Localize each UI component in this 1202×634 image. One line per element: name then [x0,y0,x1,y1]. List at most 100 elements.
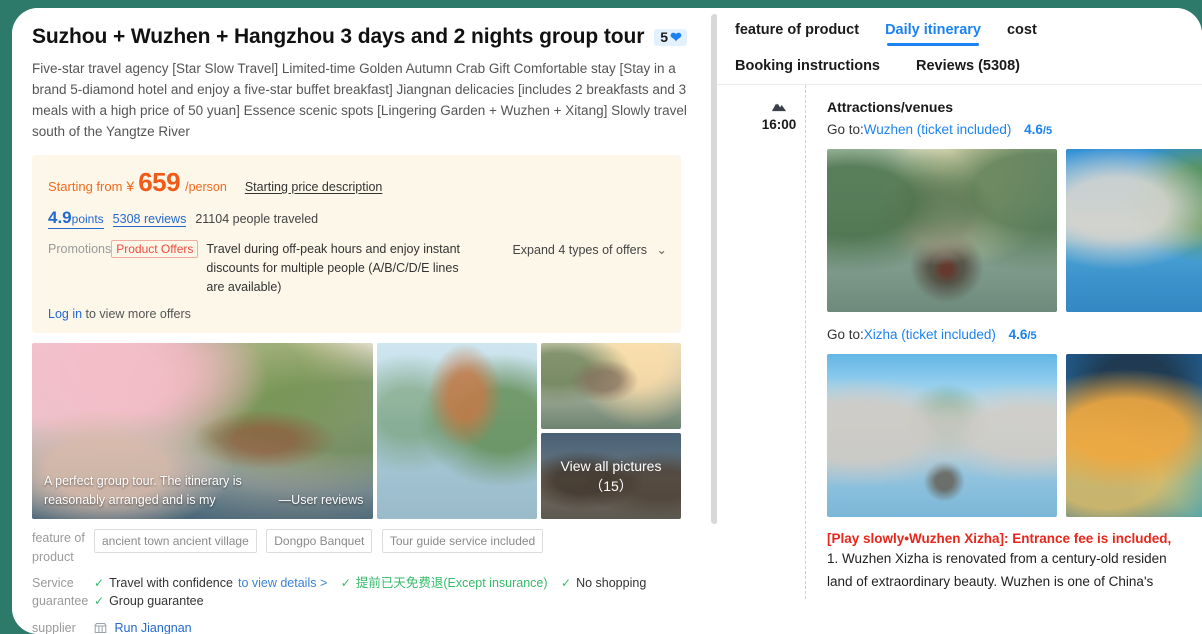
tab-row-primary: feature of product Daily itinerary cost [735,22,1202,46]
itinerary-time-column: 16:00 [753,99,805,593]
page-title: Suzhou + Wuzhen + Hangzhou 3 days and 2 … [32,25,645,48]
stop-image-row [827,149,1202,312]
rating-unit: points [71,211,104,226]
destination-link[interactable]: Wuzhen (ticket included) [864,122,1012,137]
quote-text: A perfect group tour. The itinerary is r… [44,473,242,507]
badge-count: 5 [660,28,669,45]
check-circle-icon: ✓ [340,575,351,590]
service-details-link[interactable]: to view details > [238,574,327,593]
tab-feature-of-product[interactable]: feature of product [735,22,859,46]
app-window-frame: Suzhou + Wuzhen + Hangzhou 3 days and 2 … [0,0,1202,634]
shop-icon [94,621,107,634]
itinerary-content: 16:00 Attractions/venues Go to:Wuzhen (t… [717,85,1202,599]
gallery-thumb-1[interactable] [541,343,681,430]
itinerary-stop: Go to:Xizha (ticket included) 4.6/5 [827,327,1202,342]
product-subtitle: Five-star travel agency [Star Slow Trave… [32,61,687,140]
login-prompt-rest: to view more offers [82,307,191,322]
service-item-label: Travel with confidence [109,575,233,590]
tab-booking-instructions[interactable]: Booking instructions [735,58,880,74]
score-value: 4.6 [1008,327,1028,342]
check-circle-icon: ✓ [561,575,572,590]
itinerary-note-line-2: land of extraordinary beauty. Wuzhen is … [827,574,1154,590]
expand-offers-button[interactable]: Expand 4 types of offers ⌄ [512,240,667,257]
expand-offers-label: Expand 4 types of offers [512,243,648,258]
supplier-row: supplier Run Jiangnan [32,619,692,634]
feature-chips: ancient town ancient village Dongpo Banq… [94,529,692,565]
service-guarantee-row: Service guarantee ✓ Travel with confiden… [32,574,692,612]
gallery-main-image[interactable]: A perfect group tour. The itinerary is r… [32,343,374,520]
tab-reviews[interactable]: Reviews (5308) [916,58,1020,74]
itinerary-panel: feature of product Daily itinerary cost … [717,8,1202,634]
itinerary-note-title: [Play slowly•Wuzhen Xizha]: Entrance fee… [827,531,1172,546]
service-item: ✓ No shopping [561,574,646,593]
tab-row-secondary: Booking instructions Reviews (5308) [735,58,1202,74]
service-guarantee-items: ✓ Travel with confidence to view details… [94,574,692,612]
price-amount: 659 [138,166,181,197]
view-all-line-1: View all pictures [560,458,662,475]
stop-image[interactable] [827,149,1057,312]
service-item: ✓ 提前已天免费退(Except insurance) [341,574,548,593]
rating-value: 4.9 [48,207,72,227]
tab-daily-itinerary[interactable]: Daily itinerary [885,22,981,46]
itinerary-section-title: Attractions/venues [827,99,954,115]
feature-chip[interactable]: Tour guide service included [381,529,544,554]
service-item-label: 提前已天免费退(Except insurance) [355,575,548,590]
feature-label: feature of product [32,531,85,564]
title-row: Suzhou + Wuzhen + Hangzhou 3 days and 2 … [32,24,697,50]
login-link[interactable]: Log in [48,307,82,321]
stop-image[interactable] [827,354,1057,517]
gallery-review-quote: A perfect group tour. The itinerary is r… [44,472,363,510]
goto-prefix: Go to: [827,122,864,137]
service-guarantee-label: Service guarantee [32,575,89,608]
stop-image[interactable] [1066,354,1202,517]
price-line: Starting from ¥ 659 /person Starting pri… [48,167,667,198]
service-item: ✓ Group guarantee [94,592,204,611]
itinerary-stop: Go to:Wuzhen (ticket included) 4.6/5 [827,122,1202,137]
currency-symbol: ¥ [126,177,135,194]
score-value: 4.6 [1024,122,1043,137]
feature-chip[interactable]: ancient town ancient village [94,529,257,554]
check-circle-icon: ✓ [94,575,105,590]
product-gallery: A perfect group tour. The itinerary is r… [32,343,681,520]
detail-rows: feature of product ancient town ancient … [32,529,692,634]
favorite-count-badge: 5 ❤ [654,28,687,46]
score-suffix: /5 [1027,330,1037,342]
price-unit: /person [185,179,227,194]
supplier-link[interactable]: Run Jiangnan [114,621,191,634]
mountain-icon [753,100,805,114]
reviews-link[interactable]: 5308 reviews [112,212,187,227]
price-from-label: Starting from [48,178,123,194]
itinerary-segment: 16:00 Attractions/venues Go to:Wuzhen (t… [717,99,1202,593]
gallery-thumb-column: View all pictures （15） [541,343,681,520]
gallery-secondary-image[interactable] [377,343,537,520]
stop-image-row [827,354,1202,517]
promotion-text: Travel during off-peak hours and enjoy i… [206,242,461,294]
feature-chip[interactable]: Dongpo Banquet [266,529,373,554]
tab-cost[interactable]: cost [1007,22,1037,46]
view-all-pictures-button[interactable]: View all pictures （15） [541,433,681,520]
destination-score: 4.6/5 [1024,122,1052,137]
gallery-thumb-2[interactable]: View all pictures （15） [541,433,681,520]
timeline-axis [805,85,806,599]
price-panel: Starting from ¥ 659 /person Starting pri… [32,154,681,334]
promotion-row: Promotions Product Offers Travel during … [48,240,667,296]
content-surface: Suzhou + Wuzhen + Hangzhou 3 days and 2 … [12,8,1202,634]
service-item-label: Group guarantee [109,594,204,609]
chevron-down-icon: ⌄ [656,243,667,258]
quote-author: —User reviews [278,492,364,507]
promotion-tag: Product Offers [111,240,199,259]
stop-image[interactable] [1066,149,1202,312]
login-prompt: Log in to view more offers [48,307,667,321]
heart-icon: ❤ [670,28,682,45]
destination-link[interactable]: Xizha (ticket included) [864,327,996,342]
tab-bar: feature of product Daily itinerary cost … [717,8,1202,85]
product-summary-panel: Suzhou + Wuzhen + Hangzhou 3 days and 2 … [12,8,717,634]
itinerary-note-line-1: 1. Wuzhen Xizha is renovated from a cent… [827,551,1167,566]
starting-price-description-link[interactable]: Starting price description [245,180,383,194]
promotion-label: Promotions [48,242,112,257]
check-circle-icon: ✓ [94,594,105,609]
service-item: ✓ Travel with confidence to view details… [94,574,327,593]
goto-prefix: Go to: [827,327,864,342]
destination-score: 4.6/5 [1009,327,1037,342]
rating-score[interactable]: 4.9points [48,207,104,230]
